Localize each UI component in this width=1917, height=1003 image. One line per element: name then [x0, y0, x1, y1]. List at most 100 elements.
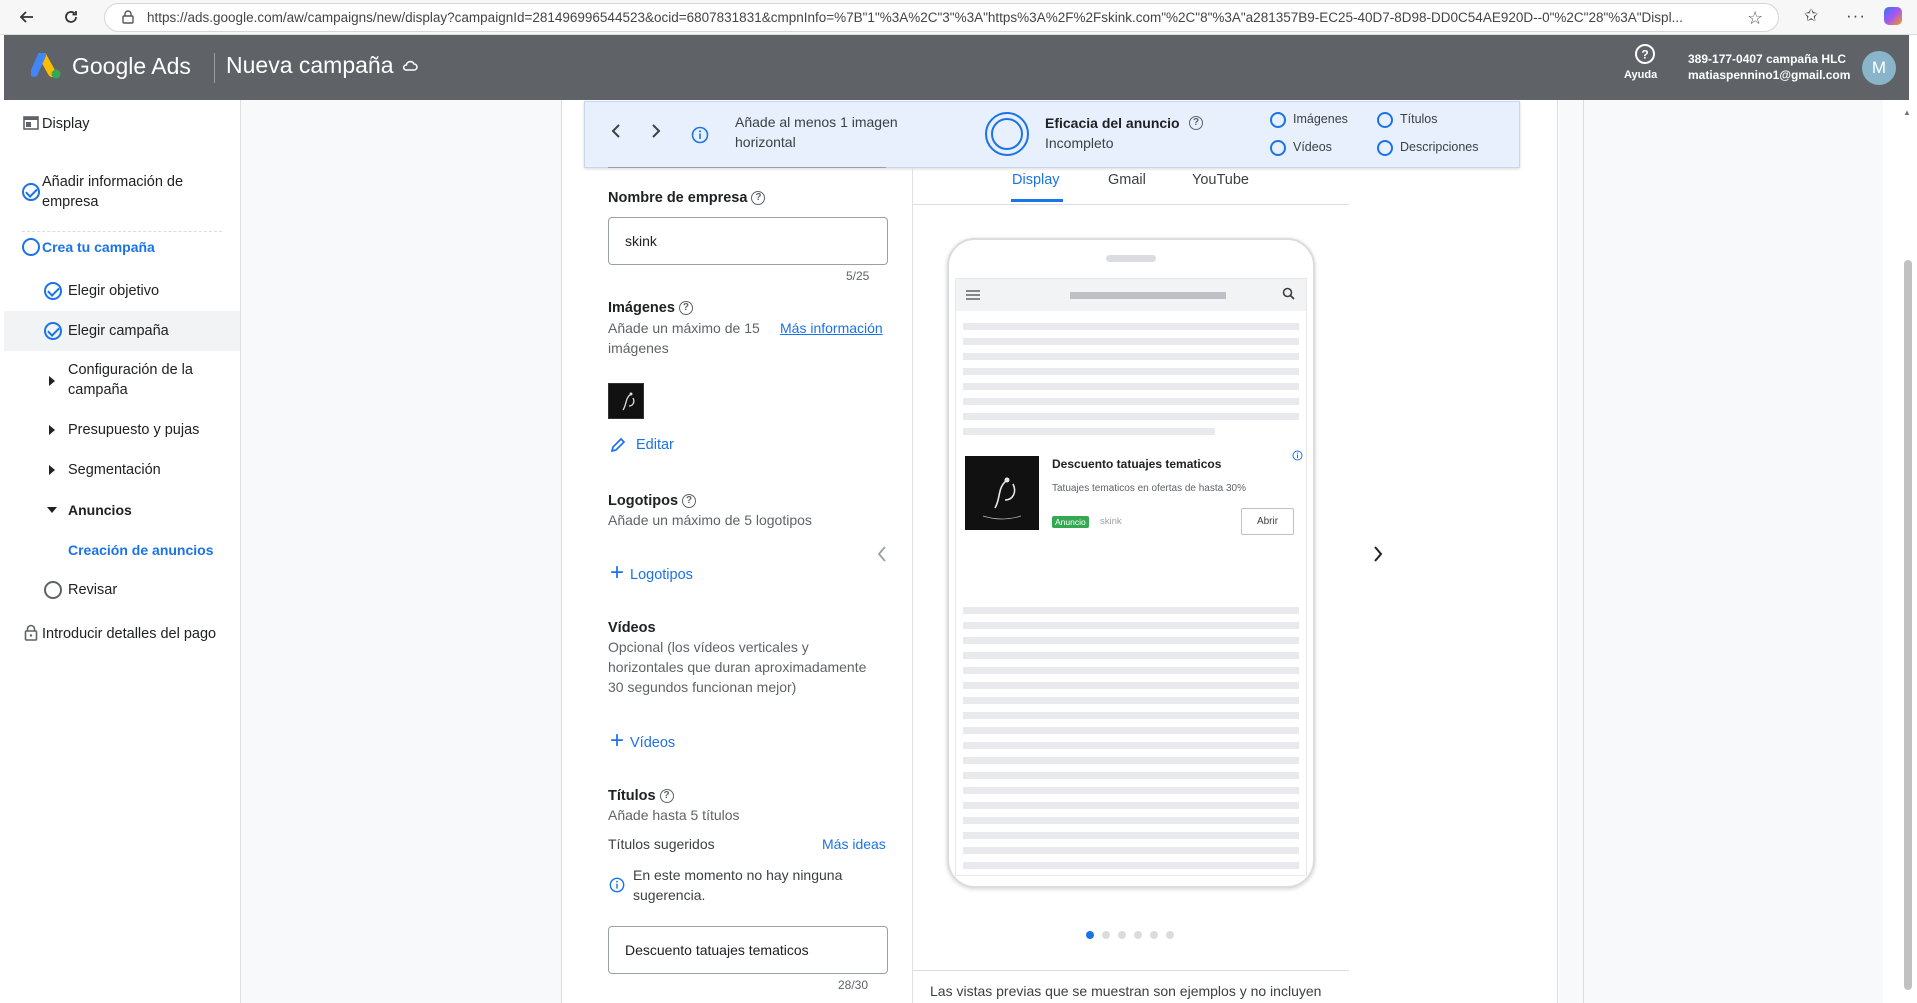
help-icon[interactable]: ? [1634, 43, 1656, 70]
logos-label: Logotipos? [608, 493, 697, 509]
back-arrow-icon[interactable] [14, 4, 40, 30]
expand-arrow-icon [49, 465, 55, 475]
content-placeholder [963, 338, 1299, 345]
add-videos-button[interactable]: + Vídeos [610, 727, 675, 757]
videos-sub-line2: horizontales que duran aproximadamente [608, 659, 867, 675]
url-text: https://ads.google.com/aw/campaigns/new/… [147, 10, 1683, 25]
sidebar-item-targeting[interactable]: Segmentación [4, 455, 240, 485]
content-placeholder [963, 652, 1299, 659]
site-info-icon[interactable] [121, 10, 135, 29]
sidebar-item-label: Presupuesto y pujas [68, 422, 200, 438]
chevron-left-icon[interactable] [876, 544, 888, 569]
sidebar-item-ad-creation[interactable]: Creación de anuncios [4, 535, 240, 565]
content-placeholder [963, 637, 1299, 644]
titles-label: Títulos? [608, 788, 674, 804]
title-input[interactable]: Descuento tatuajes tematicos [608, 926, 888, 974]
images-label: Imágenes? [608, 300, 693, 316]
chevron-left-icon[interactable] [609, 122, 623, 145]
videos-label: Vídeos [608, 620, 656, 636]
sidebar-item-label: Display [42, 116, 90, 132]
phone-speaker [1106, 255, 1156, 262]
more-menu-icon[interactable]: ··· [1846, 6, 1866, 26]
pagination-dot[interactable] [1086, 931, 1094, 939]
page-scrollbar[interactable] [1904, 260, 1912, 990]
content-placeholder [963, 727, 1299, 734]
tab-display[interactable]: Display [1012, 172, 1060, 188]
ad-headline[interactable]: Descuento tatuajes tematicos [1052, 457, 1221, 471]
pencil-icon[interactable] [609, 436, 627, 459]
brand-name[interactable]: Google Ads [72, 53, 191, 80]
help-circle-icon[interactable]: ? [751, 191, 766, 206]
star-icon[interactable]: ☆ [1747, 8, 1763, 29]
pagination-dot[interactable] [1118, 931, 1126, 939]
chevron-right-icon[interactable] [649, 122, 663, 145]
address-bar[interactable]: https://ads.google.com/aw/campaigns/new/… [104, 3, 1779, 32]
sidebar-item-business-info[interactable]: Añadir información de empresa [4, 170, 240, 214]
images-sub-line2: imágenes [608, 340, 669, 356]
sidebar-item-label: Creación de anuncios [68, 542, 214, 558]
tab-gmail[interactable]: Gmail [1108, 172, 1146, 188]
copilot-icon[interactable] [1884, 7, 1902, 25]
help-circle-icon[interactable]: ? [1185, 114, 1203, 132]
sidebar-item-review[interactable]: Revisar [4, 575, 240, 605]
content-placeholder [963, 862, 1299, 869]
sidebar-item-label: Elegir objetivo [68, 283, 160, 299]
banner-message-line1: Añade al menos 1 imagen [735, 114, 898, 130]
account-name[interactable]: 389-177-0407 campaña HLC [1688, 52, 1846, 66]
info-icon [609, 877, 625, 898]
sidebar-item-payment[interactable]: Introducir detalles del pago [4, 619, 240, 649]
banner-message-line2: horizontal [735, 134, 796, 150]
expand-arrow-icon [49, 425, 55, 435]
help-circle-icon[interactable]: ? [682, 494, 697, 509]
account-email[interactable]: matiaspennino1@gmail.com [1688, 68, 1850, 82]
images-sub-line1: Añade un máximo de 15 [608, 320, 760, 336]
scroll-up-icon[interactable]: ▲ [1903, 108, 1911, 117]
expand-arrow-icon [49, 376, 55, 386]
pagination-dot[interactable] [1166, 931, 1174, 939]
images-status-label: Imágenes [1293, 112, 1348, 126]
business-name-input[interactable]: skink [608, 217, 888, 265]
videos-status-label: Vídeos [1293, 140, 1332, 154]
content-placeholder [963, 368, 1299, 375]
main-background-left [241, 100, 561, 1003]
sidebar-item-choose-campaign[interactable]: Elegir campaña [4, 311, 240, 351]
add-logos-button[interactable]: + Logotipos [610, 559, 693, 589]
images-status-icon [1270, 112, 1286, 128]
sidebar-item-budget-bidding[interactable]: Presupuesto y pujas [4, 415, 240, 445]
ad-image[interactable] [965, 456, 1039, 530]
tab-youtube[interactable]: YouTube [1192, 172, 1249, 188]
content-placeholder [963, 667, 1299, 674]
help-circle-icon[interactable]: ? [659, 789, 674, 804]
videos-sub-line3: 30 segundos funcionan mejor) [608, 679, 797, 695]
content-placeholder [963, 353, 1299, 360]
more-info-link[interactable]: Más información [780, 320, 883, 336]
content-placeholder [963, 622, 1299, 629]
sidebar-item-display[interactable]: Display [4, 110, 240, 140]
lock-icon [24, 624, 38, 645]
google-ads-logo-icon[interactable] [30, 51, 63, 86]
sidebar-item-ads[interactable]: Anuncios [4, 495, 240, 525]
content-placeholder [963, 787, 1299, 794]
reload-icon[interactable] [58, 4, 84, 30]
pagination-dot[interactable] [1102, 931, 1110, 939]
sidebar-item-choose-goal[interactable]: Elegir objetivo [4, 276, 240, 306]
sidebar: Display Añadir información de empresa Cr… [4, 100, 241, 1003]
uploaded-image-thumbnail[interactable] [608, 383, 644, 419]
suggested-titles-label: Títulos sugeridos [608, 836, 715, 852]
avatar[interactable]: M [1862, 51, 1896, 85]
ad-open-button[interactable]: Abrir [1241, 508, 1294, 535]
edit-images-button[interactable]: Editar [636, 437, 674, 453]
help-label[interactable]: Ayuda [1624, 69, 1657, 81]
ad-badge: Anuncio [1052, 516, 1089, 528]
sidebar-item-campaign-settings[interactable]: Configuración de la campaña [4, 358, 240, 402]
pagination-dot[interactable] [1134, 931, 1142, 939]
help-circle-icon[interactable]: ? [678, 301, 693, 316]
sidebar-item-create-campaign[interactable]: Crea tu campaña [4, 232, 240, 262]
more-ideas-link[interactable]: Más ideas [822, 836, 886, 852]
content-placeholder [963, 682, 1299, 689]
favorites-icon[interactable]: ✩ [1804, 6, 1818, 26]
title-counter: 28/30 [838, 978, 869, 992]
chevron-right-icon[interactable] [1372, 544, 1384, 569]
ad-info-icon[interactable] [1292, 448, 1303, 466]
pagination-dot[interactable] [1150, 931, 1158, 939]
